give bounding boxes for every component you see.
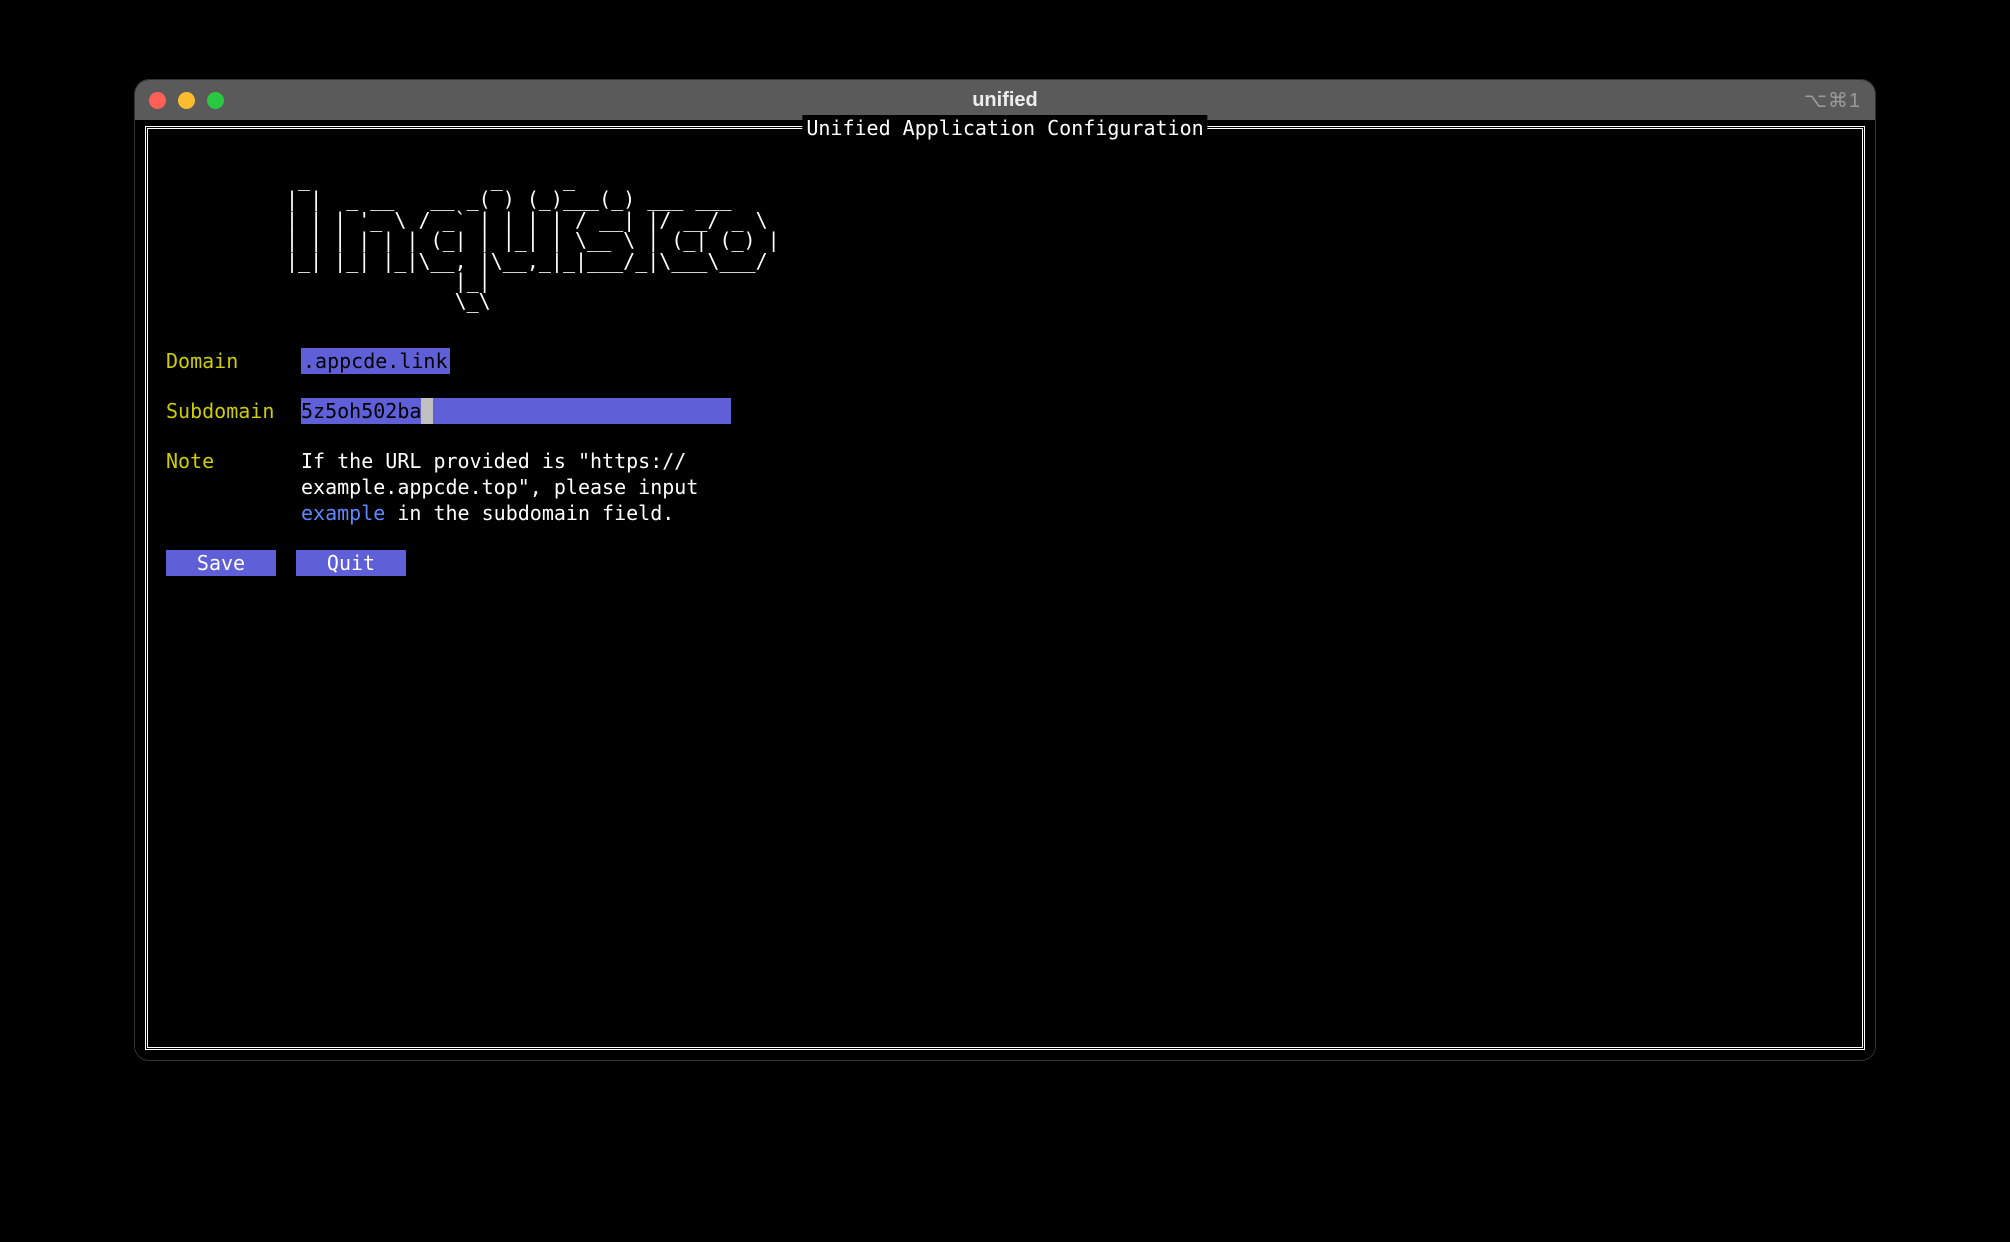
note-text: If the URL provided is "https:// example… [301, 448, 698, 526]
terminal-body: Unified Application Configuration _ _ _ … [135, 120, 1875, 1060]
zoom-icon[interactable] [207, 92, 224, 109]
domain-label: Domain [166, 348, 301, 374]
note-highlight: example [301, 501, 385, 525]
window-title: unified [135, 89, 1875, 112]
quit-button[interactable]: Quit [296, 550, 406, 576]
note-row: Note If the URL provided is "https:// ex… [166, 448, 1844, 526]
subdomain-label: Subdomain [166, 398, 301, 424]
titlebar: unified ⌥⌘1 [135, 80, 1875, 120]
domain-field[interactable]: .appcde.link [301, 348, 450, 374]
save-button[interactable]: Save [166, 550, 276, 576]
frame-title: Unified Application Configuration [802, 115, 1207, 141]
subdomain-value: 5z5oh502ba [301, 399, 421, 423]
config-form: Domain .appcde.link Subdomain 5z5oh502ba… [166, 348, 1844, 576]
text-cursor-icon [421, 398, 433, 424]
note-line2: example.appcde.top", please input [301, 475, 698, 499]
subdomain-field[interactable]: 5z5oh502ba [301, 398, 731, 424]
subdomain-row: Subdomain 5z5oh502ba [166, 398, 1844, 424]
shortcut-hint: ⌥⌘1 [1804, 88, 1861, 113]
note-line3b: in the subdomain field. [385, 501, 674, 525]
note-label: Note [166, 448, 301, 474]
close-icon[interactable] [149, 92, 166, 109]
ascii-logo: _ _ _ | | _ __ __ _( ) (_)___(_) ___ ___… [286, 169, 1844, 312]
minimize-icon[interactable] [178, 92, 195, 109]
domain-row: Domain .appcde.link [166, 348, 1844, 374]
config-frame: Unified Application Configuration _ _ _ … [145, 126, 1865, 1050]
button-row: Save Quit [166, 550, 1844, 576]
terminal-window: unified ⌥⌘1 Unified Application Configur… [135, 80, 1875, 1060]
traffic-lights [149, 92, 224, 109]
note-line1: If the URL provided is "https:// [301, 449, 686, 473]
